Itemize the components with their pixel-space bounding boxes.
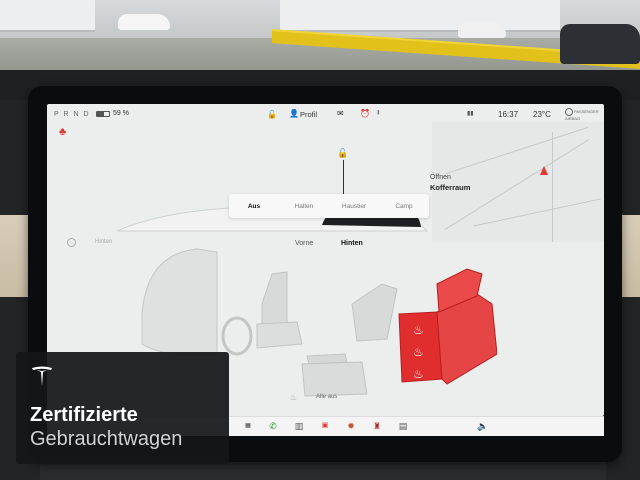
passenger-airbag-indicator: PASSENGER AIRBAG	[565, 108, 604, 121]
status-bar: P R N D 59 % 🔓 👤 Profil ✉ ⏰ ᛒ ▮▮ 16:37 2…	[47, 104, 604, 126]
building-right	[280, 0, 560, 32]
battery-icon	[96, 111, 110, 117]
airbag-icon	[565, 108, 573, 116]
building-left	[0, 0, 95, 32]
battery-fill	[97, 112, 105, 116]
seatbelt-icon: ♣	[59, 126, 67, 138]
navigation-map[interactable]	[432, 122, 604, 242]
profile-icon[interactable]: 👤	[289, 109, 299, 118]
trunk-lock-icon[interactable]: 🔓	[337, 148, 348, 159]
signal-icon: ▮▮	[467, 111, 474, 117]
gear-indicator: P R N D	[54, 111, 91, 118]
steering-area	[141, 248, 218, 356]
parked-car-dark	[560, 24, 640, 64]
bluetooth-icon: ᛒ	[377, 110, 381, 116]
seat-heater-icon[interactable]: ♨	[413, 367, 424, 381]
map-road	[445, 126, 589, 175]
overlay-subtitle: Gebrauchtwagen	[30, 428, 183, 450]
climate-power-label: Hinten	[95, 239, 113, 245]
heater-off-icon[interactable]: ♨	[290, 393, 297, 402]
alarm-icon: ⏰	[360, 109, 370, 118]
front-seat-passenger	[301, 361, 368, 397]
overlay-title: Zertifizierte	[30, 404, 138, 426]
power-icon[interactable]	[67, 238, 76, 247]
trunk-pointer-line	[343, 160, 344, 194]
trunk-open-label[interactable]: Öffnen	[430, 174, 451, 181]
tesla-logo-icon	[32, 366, 52, 386]
profile-button[interactable]: Profil	[300, 110, 317, 119]
certified-overlay: Zertifizierte Gebrauchtwagen	[16, 352, 229, 464]
map-road	[552, 132, 553, 242]
volume-icon[interactable]: 🔈	[477, 420, 489, 432]
outside-temperature: 23°C	[533, 110, 551, 119]
front-seat-driver-cushion	[256, 321, 303, 349]
steering-wheel	[221, 316, 253, 356]
lock-icon[interactable]: 🔓	[267, 110, 277, 119]
car-icon[interactable]: ▦	[242, 420, 254, 432]
mode-dog[interactable]: Haustier	[329, 203, 379, 210]
mode-camp[interactable]: Camp	[379, 203, 429, 210]
mode-off[interactable]: Aus	[229, 203, 279, 210]
vehicle-render[interactable]	[107, 139, 437, 234]
dashcam-icon[interactable]: ▤	[397, 420, 409, 432]
all-off-button[interactable]: Alle aus	[316, 394, 337, 400]
joystick-icon[interactable]: ♜	[371, 420, 383, 432]
calendar-icon[interactable]: ▣	[319, 420, 331, 432]
media-icon[interactable]: ▥	[293, 420, 305, 432]
battery-percentage: 59 %	[113, 110, 129, 117]
seat-heater-icon[interactable]: ♨	[413, 323, 424, 337]
climate-mode-selector: Aus Halten Haustier Camp	[229, 194, 429, 218]
apps-icon[interactable]: ✹	[345, 420, 357, 432]
mode-keep[interactable]: Halten	[279, 203, 329, 210]
seat-heater-icon[interactable]: ♨	[413, 345, 424, 359]
clock: 16:37	[498, 110, 519, 119]
phone-icon[interactable]: ✆	[267, 420, 279, 432]
trunk-button[interactable]: Kofferraum	[430, 183, 470, 192]
parked-car-white	[118, 14, 170, 30]
navigation-arrow-icon	[540, 166, 548, 175]
front-seat-driver-back	[261, 271, 288, 327]
front-seat-passenger-back	[351, 283, 398, 342]
parked-car-white-2	[458, 22, 506, 38]
map-road	[473, 198, 601, 227]
wifi-icon: ✉	[337, 109, 344, 118]
